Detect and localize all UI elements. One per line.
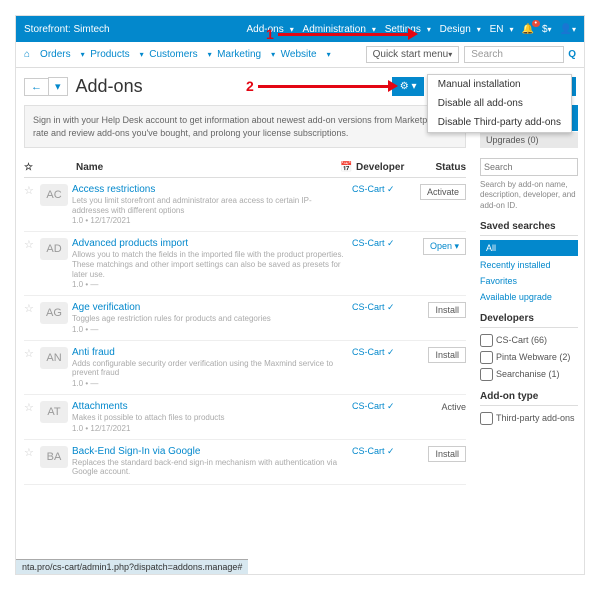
back-dropdown[interactable]: ▾: [48, 77, 68, 96]
addon-desc: Toggles age restriction rules for produc…: [72, 314, 346, 324]
addon-name[interactable]: Attachments: [72, 401, 346, 412]
addon-icon: AD: [40, 238, 68, 260]
dd-disable-third[interactable]: Disable Third-party add-ons: [428, 113, 571, 132]
col-status[interactable]: Status: [416, 162, 466, 173]
nav-design[interactable]: Design: [440, 24, 471, 35]
developer-link[interactable]: CS-Cart ✓: [352, 302, 416, 313]
developers-header: Developers: [480, 313, 578, 328]
developer-link[interactable]: CS-Cart ✓: [352, 401, 416, 412]
addon-icon: AT: [40, 401, 68, 423]
star-icon[interactable]: ☆: [24, 401, 40, 414]
table-row: ☆ AG Age verificationToggles age restric…: [24, 296, 466, 341]
action-button[interactable]: Install: [428, 302, 466, 318]
star-icon[interactable]: ☆: [24, 162, 40, 173]
table-row: ☆ AC Access restrictionsLets you limit s…: [24, 178, 466, 232]
home-icon[interactable]: ⌂: [24, 49, 30, 60]
saved-upgrade[interactable]: Available upgrade: [480, 289, 578, 305]
addon-desc: Lets you limit storefront and administra…: [72, 196, 346, 215]
addon-name[interactable]: Advanced products import: [72, 238, 346, 249]
addon-icon: BA: [40, 446, 68, 468]
addon-type-header: Add-on type: [480, 391, 578, 406]
action-button[interactable]: Install: [428, 347, 466, 363]
addon-desc: Allows you to match the fields in the im…: [72, 250, 346, 279]
tab-upgrades[interactable]: Upgrades (0): [480, 132, 578, 148]
col-name[interactable]: Name: [76, 162, 340, 173]
menu-orders[interactable]: Orders: [40, 49, 71, 60]
star-icon[interactable]: ☆: [24, 302, 40, 315]
menu-website[interactable]: Website: [281, 49, 317, 60]
table-header: ☆ Name 📅 Developer Status: [24, 158, 466, 178]
addon-version: 1.0 • 12/17/2021: [72, 424, 346, 433]
table-row: ☆ AT AttachmentsMakes it possible to att…: [24, 395, 466, 440]
gear-dropdown: Manual installation Disable all add-ons …: [427, 74, 572, 133]
action-button[interactable]: Activate: [420, 184, 466, 200]
menu-products[interactable]: Products: [90, 49, 129, 60]
developer-link[interactable]: CS-Cart ✓: [352, 347, 416, 358]
annotation-2: 2: [246, 78, 398, 94]
addon-version: 1.0 • —: [72, 280, 346, 289]
addon-name[interactable]: Age verification: [72, 302, 346, 313]
type-third-party[interactable]: Third-party add-ons: [480, 410, 578, 427]
user-icon[interactable]: 👤▾: [560, 24, 576, 35]
saved-searches-header: Saved searches: [480, 221, 578, 236]
calendar-icon[interactable]: 📅: [340, 162, 356, 173]
action-button[interactable]: Install: [428, 446, 466, 462]
action-button[interactable]: Open ▾: [423, 238, 466, 255]
storefront-label[interactable]: Storefront: Simtech: [24, 24, 241, 35]
addon-version: 1.0 • 12/17/2021: [72, 216, 346, 225]
star-icon[interactable]: ☆: [24, 446, 40, 459]
addon-name[interactable]: Anti fraud: [72, 347, 346, 358]
info-box: Sign in with your Help Desk account to g…: [24, 105, 466, 148]
quick-start-menu[interactable]: Quick start menu▾: [366, 46, 460, 63]
menu-customers[interactable]: Customers: [149, 49, 197, 60]
annotation-1: 1: [266, 26, 418, 42]
table-row: ☆ BA Back-End Sign-In via GoogleReplaces…: [24, 440, 466, 485]
star-icon[interactable]: ☆: [24, 347, 40, 360]
side-search-input[interactable]: [480, 158, 578, 176]
bell-icon[interactable]: 🔔•: [522, 24, 534, 35]
currency[interactable]: $: [542, 24, 548, 35]
menu-bar: ⌂ Orders▾ Products▾ Customers▾ Marketing…: [16, 42, 584, 68]
developer-link[interactable]: CS-Cart ✓: [352, 238, 416, 249]
addon-desc: Adds configurable security order verific…: [72, 359, 346, 378]
addon-name[interactable]: Access restrictions: [72, 184, 346, 195]
dev-pinta[interactable]: Pinta Webware (2): [480, 349, 578, 366]
dev-searchanise[interactable]: Searchanise (1): [480, 366, 578, 383]
addon-desc: Replaces the standard back-end sign-in m…: [72, 458, 346, 477]
saved-fav[interactable]: Favorites: [480, 273, 578, 289]
dd-disable-all[interactable]: Disable all add-ons: [428, 94, 571, 113]
addon-icon: AG: [40, 302, 68, 324]
star-icon[interactable]: ☆: [24, 238, 40, 251]
nav-lang[interactable]: EN: [490, 24, 504, 35]
sidebar: Downloaded addons (69) Upgrades (0) Sear…: [474, 105, 584, 573]
table-row: ☆ AD Advanced products importAllows you …: [24, 232, 466, 296]
addon-desc: Makes it possible to attach files to pro…: [72, 413, 346, 423]
addon-version: 1.0 • —: [72, 379, 346, 388]
dev-cscart[interactable]: CS-Cart (66): [480, 332, 578, 349]
search-icon[interactable]: Q: [568, 49, 576, 60]
search-hint: Search by add-on name, description, deve…: [480, 180, 578, 211]
addon-version: 1.0 • —: [72, 325, 346, 334]
developer-link[interactable]: CS-Cart ✓: [352, 184, 416, 195]
dd-manual-install[interactable]: Manual installation: [428, 75, 571, 94]
addon-icon: AC: [40, 184, 68, 206]
saved-recent[interactable]: Recently installed: [480, 257, 578, 273]
addon-icon: AN: [40, 347, 68, 369]
saved-all[interactable]: All: [480, 240, 578, 256]
search-input[interactable]: Search: [464, 46, 564, 63]
back-button[interactable]: ←: [24, 78, 49, 96]
status-text: Active: [441, 402, 466, 412]
star-icon[interactable]: ☆: [24, 184, 40, 197]
table-row: ☆ AN Anti fraudAdds configurable securit…: [24, 341, 466, 395]
developer-link[interactable]: CS-Cart ✓: [352, 446, 416, 457]
page-title: Add-ons: [76, 76, 143, 97]
addon-name[interactable]: Back-End Sign-In via Google: [72, 446, 346, 457]
col-developer[interactable]: Developer: [356, 162, 416, 173]
status-bar: nta.pro/cs-cart/admin1.php?dispatch=addo…: [16, 559, 248, 574]
menu-marketing[interactable]: Marketing: [217, 49, 261, 60]
